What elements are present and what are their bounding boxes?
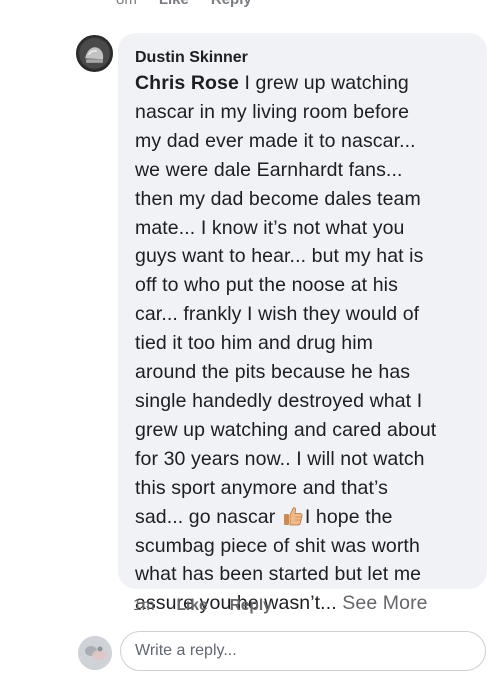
see-more-link[interactable]: See More <box>342 592 427 614</box>
reply-link[interactable]: Reply <box>230 596 272 616</box>
avatar-image-icon <box>79 38 110 69</box>
thumbs-up-emoji-icon <box>282 505 304 527</box>
comment-body: Chris Rose I grew up watching nascar in … <box>135 69 473 618</box>
like-link[interactable]: Like <box>177 596 208 616</box>
comment-mention[interactable]: Chris Rose <box>135 72 239 94</box>
current-user-avatar <box>78 636 112 670</box>
comment-timestamp[interactable]: 1m <box>133 596 155 616</box>
user-avatar-icon <box>78 636 112 670</box>
previous-comment-like-link[interactable]: Like <box>159 0 189 11</box>
comment-bubble: Dustin Skinner Chris Rose I grew up watc… <box>118 33 487 614</box>
previous-comment-reply-link[interactable]: Reply <box>211 0 252 11</box>
previous-comment-timestamp: 8m <box>116 0 137 11</box>
reply-input[interactable] <box>120 631 486 671</box>
comment-author-name[interactable]: Dustin Skinner <box>135 47 473 69</box>
previous-comment-actions: 8m Like Reply <box>116 0 252 11</box>
comment-text-part1: I grew up watching nascar in my living r… <box>135 72 437 528</box>
comment-actions: 1m Like Reply <box>133 596 272 616</box>
commenter-avatar[interactable] <box>76 35 113 72</box>
